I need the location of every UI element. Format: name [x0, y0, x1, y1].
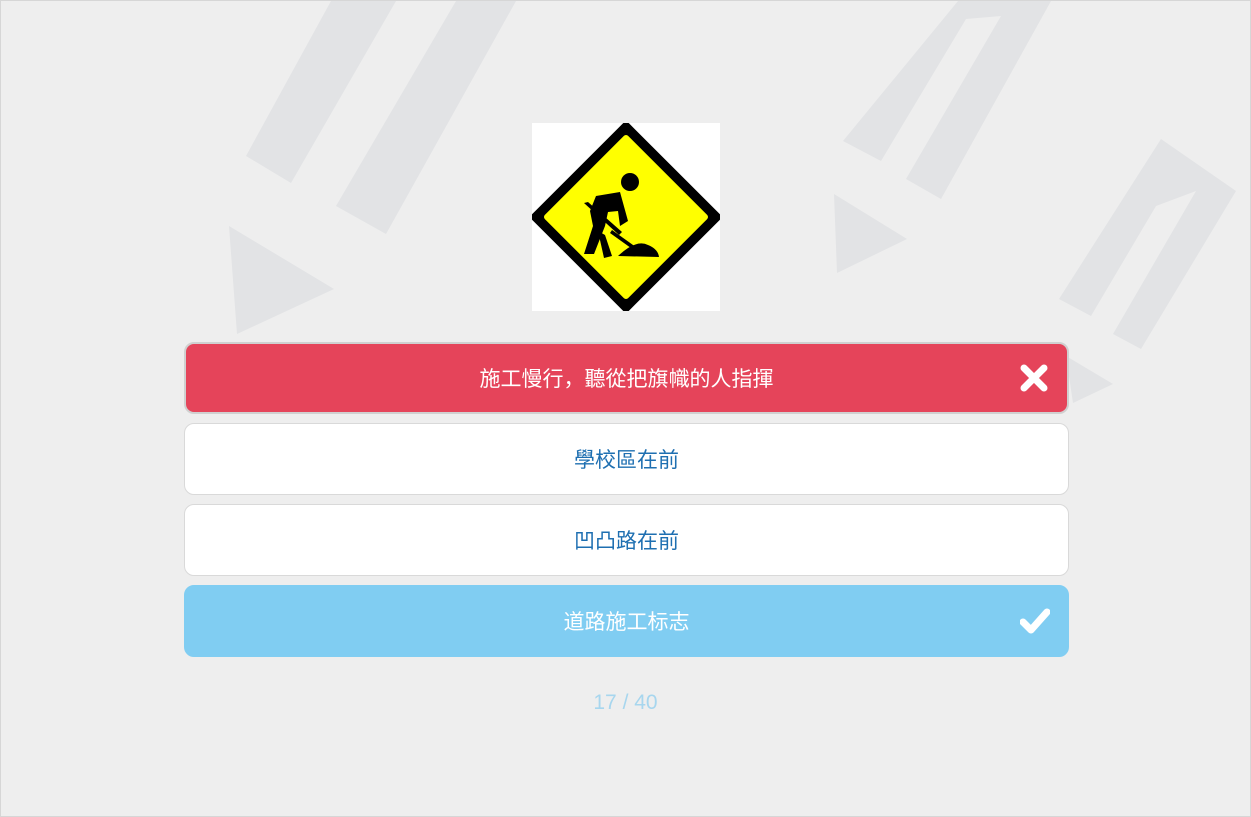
answer-option-2-label: 學校區在前	[574, 448, 679, 472]
answer-option-1[interactable]: 施工慢行，聽從把旗幟的人指揮	[184, 342, 1069, 414]
answer-option-4[interactable]: 道路施工标志	[184, 585, 1069, 657]
answer-option-4-label: 道路施工标志	[563, 610, 690, 634]
quiz-screen: 施工慢行，聽從把旗幟的人指揮 學校區在前 凹凸路在前 道路施工标志 17 / 4…	[0, 0, 1251, 817]
answer-option-2[interactable]: 學校區在前	[184, 423, 1069, 495]
answer-list: 施工慢行，聽從把旗幟的人指揮 學校區在前 凹凸路在前 道路施工标志	[184, 342, 1069, 666]
check-icon	[1020, 608, 1050, 634]
answer-option-3[interactable]: 凹凸路在前	[184, 504, 1069, 576]
answer-option-3-label: 凹凸路在前	[574, 529, 679, 553]
road-work-sign-icon	[531, 122, 721, 312]
question-sign-image	[531, 122, 721, 312]
close-icon	[1020, 364, 1048, 392]
answer-option-1-label: 施工慢行，聽從把旗幟的人指揮	[479, 367, 774, 391]
question-progress: 17 / 40	[593, 691, 658, 714]
